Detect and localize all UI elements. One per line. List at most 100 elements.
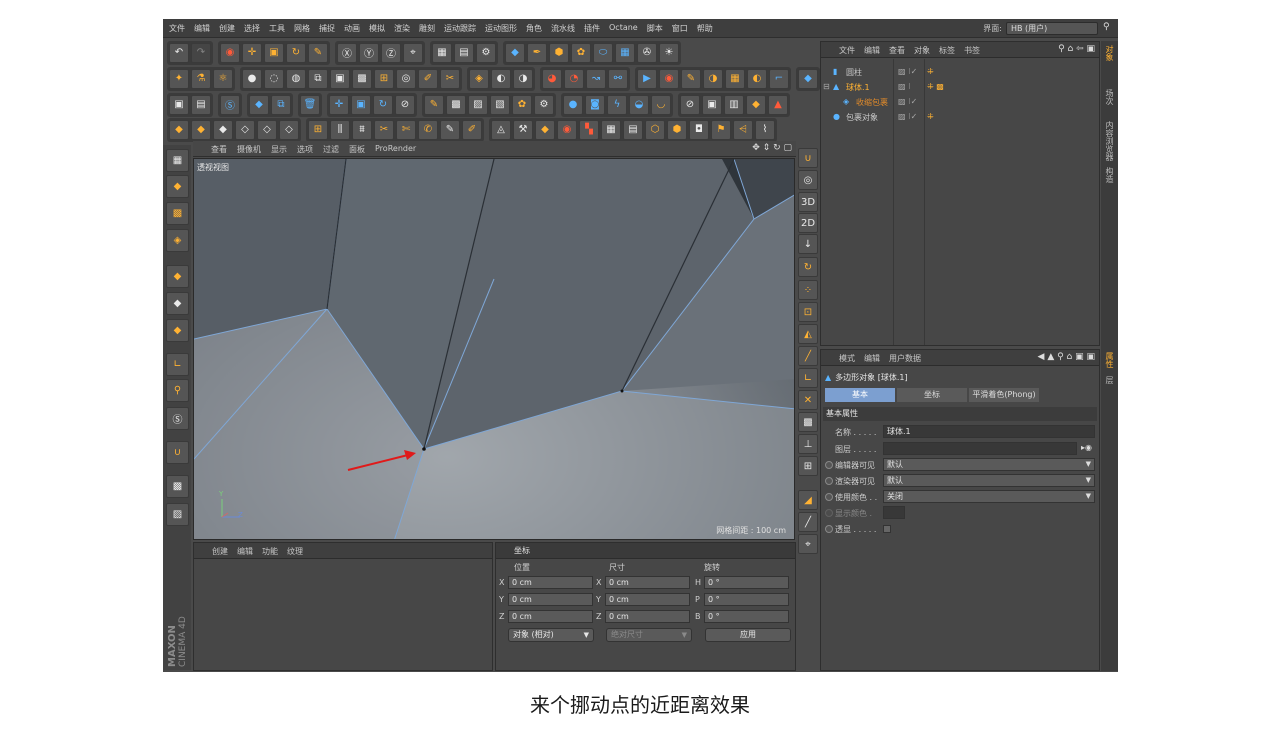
box-icon[interactable]: ◆: [746, 94, 766, 115]
vp-menu-camera[interactable]: 摄像机: [237, 144, 261, 155]
search-icon[interactable]: ⚲: [1103, 22, 1114, 34]
menu-window[interactable]: 窗口: [672, 23, 688, 34]
tools-l-icon[interactable]: ⬢: [667, 119, 687, 140]
floor-icon[interactable]: ▦: [615, 42, 635, 63]
cone-icon[interactable]: ▲: [768, 94, 788, 115]
flash-icon[interactable]: ϟ: [607, 94, 627, 115]
tag-icon-1[interactable]: ◈: [469, 68, 489, 89]
tools-b-icon[interactable]: ✄: [396, 119, 416, 140]
snap-x-icon[interactable]: ✕: [798, 390, 818, 410]
polys-left-icon[interactable]: ◆: [166, 319, 189, 342]
camera-icon[interactable]: ✇: [637, 42, 657, 63]
layout-dropdown[interactable]: HB (用户): [1006, 22, 1098, 35]
tools-c-icon[interactable]: ✆: [418, 119, 438, 140]
mesh-icon[interactable]: ▩: [446, 94, 466, 115]
brush-icon[interactable]: ✐: [418, 68, 438, 89]
knife-icon[interactable]: ✂: [440, 68, 460, 89]
om-menu-tags[interactable]: 标签: [939, 45, 955, 56]
tab-basic[interactable]: 基本: [825, 388, 895, 402]
lock-grid-icon[interactable]: ▩: [166, 475, 189, 498]
tools-a-icon[interactable]: ✂: [374, 119, 394, 140]
redo-icon[interactable]: ↷: [191, 42, 211, 63]
ball-icon[interactable]: ◒: [629, 94, 649, 115]
coordinate-system-icon[interactable]: ⌖: [403, 42, 423, 63]
tweak-icon[interactable]: ⚲: [166, 379, 189, 402]
tab-phong[interactable]: 平滑着色(Phong): [969, 388, 1039, 402]
no-icon[interactable]: ⊘: [680, 94, 700, 115]
menu-simulate[interactable]: 模拟: [369, 23, 385, 34]
mat-menu-edit[interactable]: 编辑: [237, 546, 253, 557]
snap-icon[interactable]: ◎: [396, 68, 416, 89]
axis-blue-icon[interactable]: ⊘: [395, 94, 415, 115]
menu-script[interactable]: 脚本: [647, 23, 663, 34]
xpresso-icon[interactable]: ⚛: [213, 68, 233, 89]
object-row-sphere[interactable]: ⊟ ▲ 球体.1 ▨ ⁝ ⁜ ▩: [821, 80, 1099, 94]
tools-d-icon[interactable]: ✎: [440, 119, 460, 140]
tab-coord[interactable]: 坐标: [897, 388, 967, 402]
x-axis-icon[interactable]: Ⓧ: [337, 42, 357, 63]
tab-objects[interactable]: 对象: [1104, 45, 1115, 61]
menu-help[interactable]: 帮助: [697, 23, 713, 34]
snap-plane-icon[interactable]: ⌖: [798, 534, 818, 554]
expand-icon[interactable]: ⊟: [823, 82, 830, 91]
polygons-mode-icon[interactable]: ◍: [286, 68, 306, 89]
cube-icon[interactable]: ◆: [505, 42, 525, 63]
octane-cube-icon[interactable]: ◆: [798, 68, 818, 89]
uv-mode-icon[interactable]: ⧉: [308, 68, 328, 89]
snap-rotate-icon[interactable]: ↻: [798, 257, 818, 277]
model-mode-icon[interactable]: ▣: [330, 68, 350, 89]
radio[interactable]: [825, 493, 833, 501]
tag-icon[interactable]: ⁜ ▩: [927, 82, 944, 91]
tools-g-icon[interactable]: ⚒: [513, 119, 533, 140]
document-icon[interactable]: ▤: [191, 94, 211, 115]
attr-menu-userdata[interactable]: 用户数据: [889, 353, 921, 364]
om-toolbar-icons[interactable]: ⚲ ⌂ ⇦ ▣: [1058, 44, 1095, 54]
checker-icon[interactable]: ▩: [166, 202, 189, 225]
layer-picker-icon[interactable]: ▸◉: [1081, 443, 1092, 452]
edges-mode-icon[interactable]: ◌: [264, 68, 284, 89]
align-icon[interactable]: ⊞: [308, 119, 328, 140]
snap-edge-icon[interactable]: ⊡: [798, 302, 818, 322]
snap-3d-icon[interactable]: 3D: [798, 192, 818, 212]
display-color-swatch[interactable]: [883, 506, 905, 519]
viewport-nav-icons[interactable]: ✥ ⇕ ↻ ▢: [752, 143, 792, 153]
vp-menu-panel[interactable]: 面板: [349, 144, 365, 155]
use-color-select[interactable]: 关闭 ▼: [883, 490, 1095, 503]
viewport-icon[interactable]: ▣: [169, 94, 189, 115]
snap-dyn-icon[interactable]: ⊞: [798, 456, 818, 476]
trash-icon[interactable]: 🗑: [300, 94, 320, 115]
cube-o3-icon[interactable]: ◆: [213, 119, 233, 140]
grid-icon[interactable]: ▦: [601, 119, 621, 140]
tools-h-icon[interactable]: ◆: [535, 119, 555, 140]
size-mode-select[interactable]: 绝对尺寸 ▼: [606, 628, 692, 642]
sphere-tool-icon[interactable]: ◔: [564, 68, 584, 89]
bones-icon[interactable]: ⚙: [534, 94, 554, 115]
sphere-blue-icon[interactable]: ●: [563, 94, 583, 115]
visibility-icon[interactable]: ▨ ⁝✓: [898, 112, 917, 121]
object-row-cylinder[interactable]: ▮ 圆柱 ▨ ⁝✓ ⁜: [821, 65, 1099, 79]
tag-icon[interactable]: ⁜: [927, 67, 934, 76]
snap-point-icon[interactable]: ⁘: [798, 280, 818, 300]
om-menu-file[interactable]: 文件: [839, 45, 855, 56]
scale-blue-icon[interactable]: ▣: [351, 94, 371, 115]
size-z-input[interactable]: 0 cm: [605, 610, 690, 623]
snap-poly-icon[interactable]: ◭: [798, 324, 818, 344]
light-icon[interactable]: ☀: [659, 42, 679, 63]
y-axis-icon[interactable]: Ⓨ: [359, 42, 379, 63]
octane-cam-icon[interactable]: ⌐: [769, 68, 789, 89]
vp-menu-options[interactable]: 选项: [297, 144, 313, 155]
name-input[interactable]: 球体.1: [883, 425, 1095, 438]
tools-e-icon[interactable]: ✐: [462, 119, 482, 140]
align-tool-icon[interactable]: ◎: [798, 170, 818, 190]
tab-content-browser[interactable]: 内容浏览器: [1104, 121, 1115, 161]
object-mode-icon[interactable]: ◆: [166, 175, 189, 198]
menu-select[interactable]: 选择: [244, 23, 260, 34]
array-icon[interactable]: ⩩: [352, 119, 372, 140]
apply-button[interactable]: 应用: [705, 628, 791, 642]
recent-tool-icon[interactable]: ✎: [308, 42, 328, 63]
snap-axis2-icon[interactable]: ∟: [798, 368, 818, 388]
menu-render[interactable]: 渲染: [394, 23, 410, 34]
tools-n-icon[interactable]: ⩤: [733, 119, 753, 140]
object-row-wrap-target[interactable]: ● 包裹对象 ▨ ⁝✓ ⁜: [821, 110, 1099, 124]
render-picture-viewer-icon[interactable]: ▤: [454, 42, 474, 63]
